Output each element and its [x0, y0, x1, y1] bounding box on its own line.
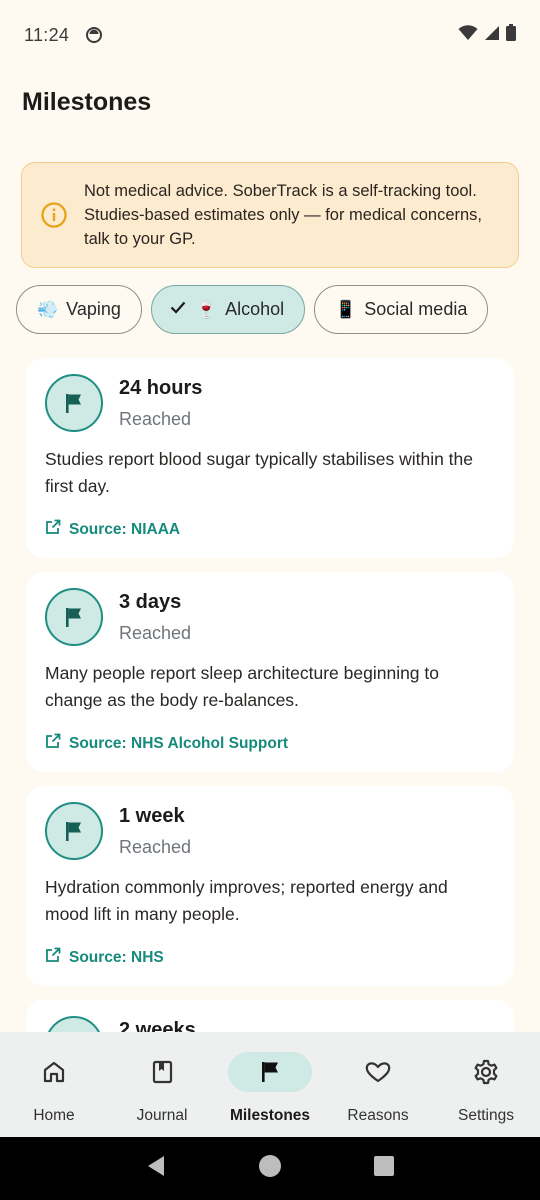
chip-label: Alcohol	[225, 299, 285, 319]
nav-reasons[interactable]: Reasons	[324, 1032, 432, 1137]
phone-icon: 📱	[335, 299, 357, 319]
battery-icon	[506, 24, 516, 46]
chip-alcohol[interactable]: 🍷 Alcohol	[150, 285, 306, 334]
chip-social-media[interactable]: 📱 Social media	[314, 285, 489, 334]
milestone-title: 3 days	[119, 591, 182, 613]
external-link-icon	[45, 947, 61, 968]
nav-label: Reasons	[347, 1107, 409, 1124]
milestone-title: 24 hours	[119, 377, 203, 399]
disclaimer-text: Not medical advice. SoberTrack is a self…	[84, 182, 483, 248]
milestone-description: Studies report blood sugar typically sta…	[45, 449, 473, 496]
home-circle-icon[interactable]	[258, 1154, 282, 1183]
status-bar: 11:24	[0, 0, 540, 70]
back-icon[interactable]	[145, 1154, 167, 1183]
nav-journal[interactable]: Journal	[108, 1032, 216, 1137]
page-title: Milestones	[22, 88, 152, 116]
nav-milestones[interactable]: Milestones	[216, 1032, 324, 1137]
wind-icon: 💨	[37, 299, 59, 319]
notification-ring-icon	[85, 26, 103, 44]
external-link-icon	[45, 733, 61, 754]
milestone-card: 24 hours Reached Studies report blood su…	[26, 358, 514, 558]
info-icon	[40, 201, 68, 229]
milestone-description: Many people report sleep architecture be…	[45, 663, 439, 710]
nav-settings[interactable]: Settings	[432, 1032, 540, 1137]
flag-icon	[45, 374, 103, 432]
nav-label: Settings	[457, 1107, 514, 1124]
nav-home[interactable]: Home	[0, 1032, 108, 1137]
source-link[interactable]: Source: NHS	[45, 947, 494, 968]
chip-label: Social media	[364, 299, 468, 319]
system-navigation-bar	[0, 1137, 540, 1200]
external-link-icon	[45, 519, 61, 540]
book-icon	[120, 1052, 204, 1092]
check-icon	[168, 297, 188, 322]
milestone-card: 1 week Reached Hydration commonly improv…	[26, 786, 514, 986]
bottom-navigation: Home Journal Milestones Reasons Settings	[0, 1032, 540, 1137]
milestone-description: Hydration commonly improves; reported en…	[45, 877, 448, 924]
milestone-status: Reached	[119, 409, 192, 429]
status-time: 11:24	[24, 24, 70, 45]
chip-label: Vaping	[66, 299, 121, 319]
source-label: Source: NHS Alcohol Support	[69, 734, 289, 752]
source-label: Source: NHS	[69, 948, 164, 966]
chip-vaping[interactable]: 💨 Vaping	[16, 285, 142, 334]
milestone-status: Reached	[119, 623, 192, 643]
nav-label: Milestones	[229, 1107, 311, 1124]
habit-filter-chips: 💨 Vaping 🍷 Alcohol 📱 Social media	[16, 285, 489, 334]
wine-glass-icon: 🍷	[195, 299, 218, 319]
milestone-card: 3 days Reached Many people report sleep …	[26, 572, 514, 772]
nav-label: Journal	[136, 1107, 188, 1124]
source-label: Source: NIAAA	[69, 520, 181, 538]
flag-icon	[45, 588, 103, 646]
milestone-title: 1 week	[119, 805, 185, 827]
source-link[interactable]: Source: NIAAA	[45, 519, 494, 540]
heart-icon	[336, 1052, 420, 1092]
wifi-icon	[458, 24, 478, 46]
home-icon	[12, 1052, 96, 1092]
source-link[interactable]: Source: NHS Alcohol Support	[45, 733, 494, 754]
cell-signal-icon	[484, 25, 500, 46]
milestone-status: Reached	[119, 837, 192, 857]
nav-label: Home	[33, 1107, 75, 1124]
flag-icon	[45, 802, 103, 860]
flag-icon	[228, 1052, 312, 1092]
medical-disclaimer-banner: Not medical advice. SoberTrack is a self…	[21, 162, 519, 268]
gear-icon	[444, 1052, 528, 1092]
recents-icon[interactable]	[373, 1155, 395, 1182]
